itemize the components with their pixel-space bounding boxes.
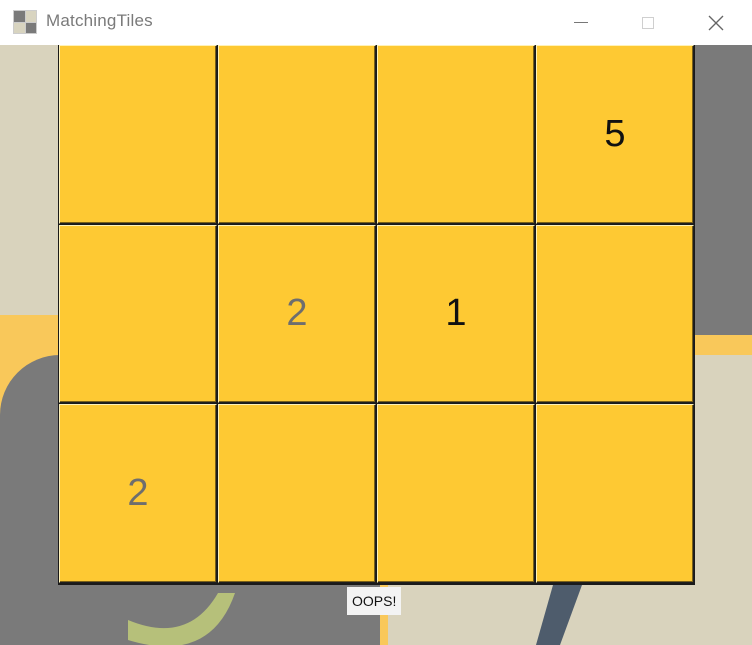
tile[interactable]: [59, 45, 217, 224]
tile[interactable]: [377, 45, 535, 224]
tile-grid: 5 2 1 2: [58, 45, 695, 585]
status-message: OOPS!: [347, 587, 402, 615]
app-icon: [13, 10, 37, 34]
tile[interactable]: [536, 224, 694, 404]
game-area: 5 2 1 2 OOPS!: [0, 45, 752, 645]
window-title: MatchingTiles: [46, 11, 153, 30]
tile[interactable]: [218, 45, 376, 224]
tile[interactable]: [218, 404, 376, 583]
tile[interactable]: 1: [377, 224, 535, 404]
tile-label: 2: [127, 472, 149, 515]
minimize-icon: [574, 22, 588, 23]
maximize-button[interactable]: [615, 0, 681, 45]
minimize-button[interactable]: [548, 0, 614, 45]
close-icon: [708, 15, 724, 30]
tile[interactable]: [59, 224, 217, 404]
tile[interactable]: 2: [59, 404, 217, 583]
maximize-icon: [642, 16, 654, 29]
close-button[interactable]: [683, 0, 749, 45]
tile[interactable]: [536, 404, 694, 583]
title-bar[interactable]: MatchingTiles: [0, 0, 752, 45]
tile[interactable]: 5: [536, 45, 694, 224]
app-window: MatchingTiles 5 2 1 2 OOPS!: [0, 0, 752, 645]
tile[interactable]: [377, 404, 535, 583]
tile-label: 1: [445, 292, 467, 335]
tile-label: 5: [604, 112, 626, 155]
tile[interactable]: 2: [218, 224, 376, 404]
tile-label: 2: [286, 292, 308, 335]
